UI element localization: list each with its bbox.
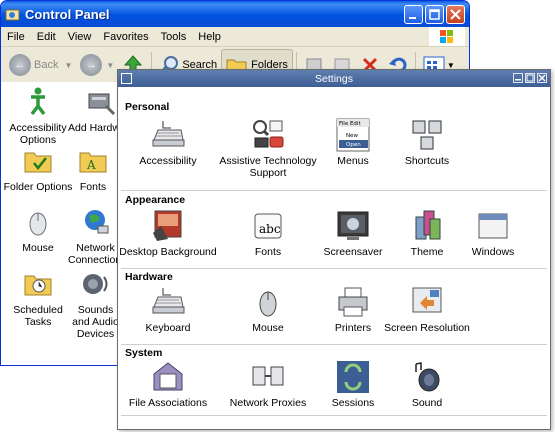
close-button[interactable] xyxy=(537,73,547,83)
settings-item-shortcuts[interactable]: Shortcuts xyxy=(372,118,482,167)
back-button[interactable]: ← Back ▼ xyxy=(5,50,76,80)
settings-item-file-associations[interactable]: File Associations xyxy=(113,360,223,409)
accessibility-icon xyxy=(22,86,54,118)
screen-resolution-icon xyxy=(410,285,444,319)
desktop-background-icon xyxy=(151,209,185,243)
back-arrow-icon: ← xyxy=(9,54,31,76)
menu-view[interactable]: View xyxy=(62,31,98,43)
mouse-icon xyxy=(22,206,54,238)
settings-item-label: Keyboard xyxy=(145,322,191,334)
menu-bar: File Edit View Favorites Tools Help xyxy=(1,27,469,47)
section-divider xyxy=(121,190,547,191)
back-label: Back xyxy=(34,59,59,71)
settings-item-label: Menus xyxy=(337,155,369,167)
settings-item-label: Sound xyxy=(411,397,443,409)
assistive-tech-icon xyxy=(251,118,285,152)
menu-edit[interactable]: Edit xyxy=(31,31,62,43)
mouse-icon xyxy=(251,285,285,319)
menu-favorites[interactable]: Favorites xyxy=(97,31,154,43)
keyboard-icon xyxy=(151,285,185,319)
menus-icon-text: File Edit xyxy=(339,121,361,127)
settings-item-label: Shortcuts xyxy=(404,155,450,167)
settings-item-label: Desktop Background xyxy=(119,246,217,258)
cp-item-label: Fonts xyxy=(79,181,107,193)
cp-item-label: Folder Options xyxy=(3,181,73,193)
cp-item-scheduled-tasks[interactable]: Scheduled Tasks xyxy=(3,268,73,328)
settings-item-label: Screen Resolution xyxy=(384,322,470,334)
chevron-down-icon: ▼ xyxy=(64,60,73,70)
settings-titlebar[interactable]: Settings xyxy=(118,70,550,87)
cp-item-label: Scheduled Tasks xyxy=(13,304,63,328)
svg-text:A: A xyxy=(86,158,96,172)
forward-button[interactable]: → ▼ xyxy=(76,50,118,80)
settings-window: Settings Personal Accessibility Assistiv… xyxy=(117,69,551,430)
menu-help[interactable]: Help xyxy=(192,31,227,43)
keyboard-access-icon xyxy=(151,118,185,152)
close-button[interactable] xyxy=(446,4,465,24)
cp-item-fonts[interactable]: A Fonts xyxy=(68,145,118,193)
window-title: Control Panel xyxy=(25,6,110,22)
cp-item-label: Accessibility Options xyxy=(9,122,67,146)
settings-item-screen-resolution[interactable]: Screen Resolution xyxy=(372,285,482,334)
folder-options-icon xyxy=(22,145,54,177)
section-divider xyxy=(121,268,547,269)
menus-icon-text: New xyxy=(346,133,358,139)
minimize-button[interactable] xyxy=(404,4,423,24)
settings-title: Settings xyxy=(315,72,353,85)
cp-item-mouse[interactable]: Mouse xyxy=(3,206,73,254)
settings-item-accessibility[interactable]: Accessibility xyxy=(113,118,223,167)
settings-item-windows[interactable]: Windows xyxy=(438,209,548,258)
cp-item-label: Mouse xyxy=(22,242,54,254)
control-panel-icon xyxy=(5,7,20,22)
cp-item-folder-options[interactable]: Folder Options xyxy=(3,145,73,193)
settings-item-label: File Associations xyxy=(128,397,208,409)
section-title: Appearance xyxy=(125,194,186,206)
sessions-icon xyxy=(336,360,370,394)
settings-item-sound[interactable]: Sound xyxy=(372,360,482,409)
add-hardware-icon xyxy=(84,86,116,118)
section-title: Hardware xyxy=(125,271,173,283)
windows-logo-icon xyxy=(429,27,465,46)
screensaver-icon xyxy=(336,209,370,243)
settings-item-label: Windows xyxy=(471,246,515,258)
network-icon xyxy=(80,206,112,238)
maximize-button[interactable] xyxy=(525,73,535,83)
fonts-folder-icon: A xyxy=(77,145,109,177)
settings-item-label: Accessibility xyxy=(139,155,197,167)
section-title: System xyxy=(125,347,163,359)
settings-item-label: Network Proxies xyxy=(229,397,307,409)
settings-item-label: Sessions xyxy=(331,397,375,409)
menus-icon: File Edit New Open xyxy=(336,118,370,152)
section-divider xyxy=(121,415,547,416)
section-divider xyxy=(121,344,547,345)
network-proxies-icon xyxy=(251,360,285,394)
settings-item-keyboard[interactable]: Keyboard xyxy=(113,285,223,334)
file-associations-icon xyxy=(151,360,185,394)
fonts-icon: abc xyxy=(251,209,285,243)
control-panel-titlebar[interactable]: Control Panel xyxy=(1,1,469,27)
maximize-button[interactable] xyxy=(425,4,444,24)
settings-item-label: Mouse xyxy=(252,322,284,334)
cp-item-accessibility-options[interactable]: Accessibility Options xyxy=(3,86,73,146)
settings-item-label: Printers xyxy=(334,322,372,334)
section-title: Personal xyxy=(125,101,170,113)
settings-item-desktop-background[interactable]: Desktop Background xyxy=(113,209,223,258)
cp-item-label: Sounds and Audio Devices xyxy=(72,304,119,340)
chevron-down-icon: ▼ xyxy=(106,60,115,70)
settings-item-label: Fonts xyxy=(254,246,282,258)
fonts-icon-text: abc xyxy=(259,222,281,236)
windows-icon xyxy=(476,209,510,243)
forward-arrow-icon: → xyxy=(80,54,103,76)
menu-file[interactable]: File xyxy=(1,31,31,43)
shortcuts-icon xyxy=(410,118,444,152)
sound-icon xyxy=(410,360,444,394)
menus-icon-text: Open xyxy=(346,142,361,148)
minimize-button[interactable] xyxy=(513,73,523,83)
menu-tools[interactable]: Tools xyxy=(155,31,193,43)
scheduled-tasks-icon xyxy=(22,268,54,300)
sounds-icon xyxy=(80,268,112,300)
settings-content: Personal Accessibility Assistive Technol… xyxy=(118,87,550,429)
printer-icon xyxy=(336,285,370,319)
